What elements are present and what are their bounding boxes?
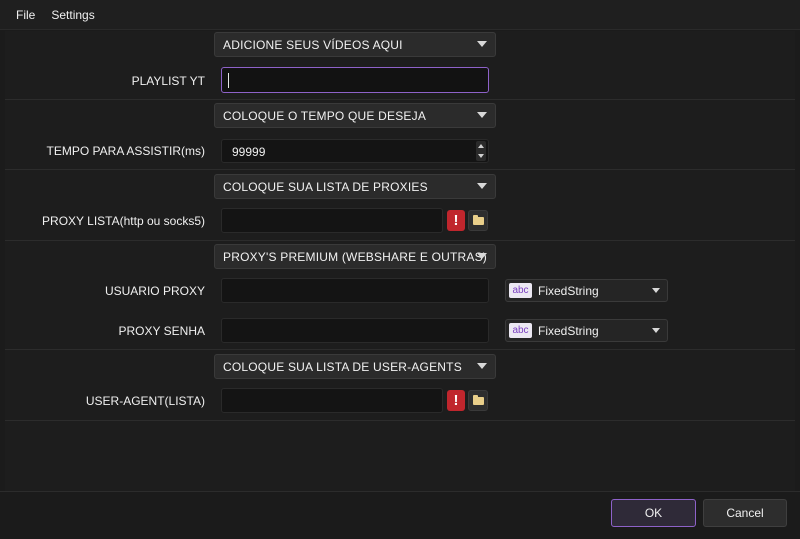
folder-icon xyxy=(473,215,484,225)
section-premium-label: PROXY'S PREMIUM (WEBSHARE E OUTRAS) xyxy=(223,249,487,264)
user-agent-input[interactable] xyxy=(221,388,443,413)
footer-divider xyxy=(0,491,800,492)
proxy-user-input[interactable] xyxy=(221,278,489,303)
chevron-down-icon xyxy=(477,112,487,118)
chevron-down-icon xyxy=(652,288,660,293)
chevron-down-icon xyxy=(652,328,660,333)
section-useragents-header[interactable]: COLOQUE SUA LISTA DE USER-AGENTS xyxy=(214,354,496,379)
divider xyxy=(5,169,795,170)
chevron-down-icon xyxy=(477,41,487,47)
chevron-down-icon xyxy=(477,363,487,369)
section-time-label: COLOQUE O TEMPO QUE DESEJA xyxy=(223,108,427,123)
spin-arrows[interactable] xyxy=(476,141,486,161)
type-select-label: FixedString xyxy=(538,323,599,338)
menu-settings[interactable]: Settings xyxy=(43,0,102,30)
divider xyxy=(5,99,795,100)
divider xyxy=(5,420,795,421)
divider xyxy=(5,349,795,350)
chevron-down-icon xyxy=(477,183,487,189)
proxy-list-input[interactable] xyxy=(221,208,443,233)
watch-time-label: TEMPO PARA ASSISTIR(ms) xyxy=(46,144,205,158)
proxy-pass-type-select[interactable]: abc FixedString xyxy=(505,319,668,342)
text-type-icon: abc xyxy=(509,283,532,298)
cancel-button[interactable]: Cancel xyxy=(703,499,787,527)
menu-file[interactable]: File xyxy=(8,0,43,30)
warning-icon: ! xyxy=(447,210,465,231)
chevron-down-icon xyxy=(477,253,487,259)
browse-proxy-file-button[interactable] xyxy=(468,210,488,231)
divider xyxy=(5,240,795,241)
proxy-user-label: USUARIO PROXY xyxy=(104,284,205,298)
section-proxies-header[interactable]: COLOQUE SUA LISTA DE PROXIES xyxy=(214,174,496,199)
section-time-header[interactable]: COLOQUE O TEMPO QUE DESEJA xyxy=(214,103,496,128)
spin-down-icon[interactable] xyxy=(478,154,484,158)
watch-time-spinbox[interactable]: 99999 xyxy=(221,139,489,163)
menu-bar: File Settings xyxy=(0,0,800,30)
proxy-user-type-select[interactable]: abc FixedString xyxy=(505,279,668,302)
watch-time-value: 99999 xyxy=(232,145,266,159)
folder-icon xyxy=(473,395,484,405)
type-select-label: FixedString xyxy=(538,283,599,298)
section-useragents-label: COLOQUE SUA LISTA DE USER-AGENTS xyxy=(223,359,462,374)
section-videos-header[interactable]: ADICIONE SEUS VÍDEOS AQUI xyxy=(214,32,496,57)
section-premium-header[interactable]: PROXY'S PREMIUM (WEBSHARE E OUTRAS) xyxy=(214,244,496,269)
text-caret xyxy=(228,73,229,88)
spin-up-icon[interactable] xyxy=(478,144,484,148)
section-videos-label: ADICIONE SEUS VÍDEOS AQUI xyxy=(223,37,403,52)
playlist-label: PLAYLIST YT xyxy=(131,74,205,88)
section-proxies-label: COLOQUE SUA LISTA DE PROXIES xyxy=(223,179,428,194)
proxy-pass-input[interactable] xyxy=(221,318,489,343)
ok-button[interactable]: OK xyxy=(611,499,696,527)
user-agent-label: USER-AGENT(LISTA) xyxy=(85,394,205,408)
proxy-list-label: PROXY LISTA(http ou socks5) xyxy=(42,214,205,228)
text-type-icon: abc xyxy=(509,323,532,338)
proxy-pass-label: PROXY SENHA xyxy=(118,324,205,338)
warning-icon: ! xyxy=(447,390,465,411)
playlist-input[interactable] xyxy=(221,67,489,93)
browse-user-agent-file-button[interactable] xyxy=(468,390,488,411)
